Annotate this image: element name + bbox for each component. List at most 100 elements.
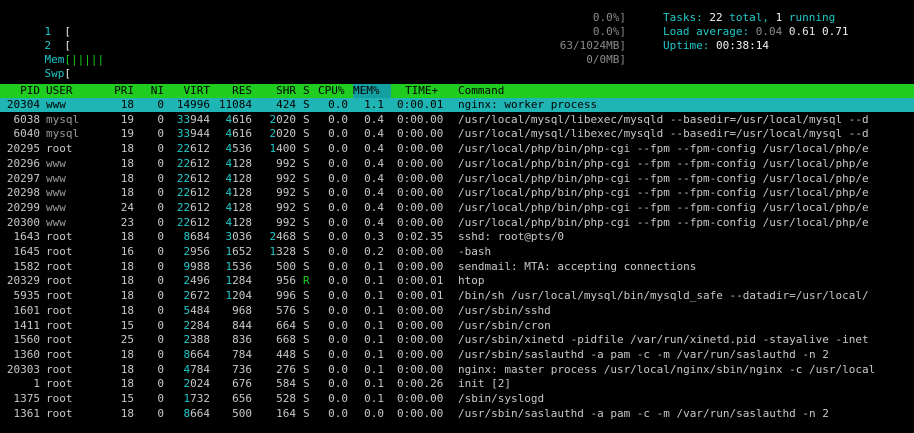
cell-pri: 18 (120, 274, 134, 288)
cell-ni: 0 (157, 259, 164, 273)
cell-mem: 0.4 (364, 171, 384, 185)
cell-virt: 22612 (176, 186, 210, 200)
cell-ni: 0 (157, 406, 164, 420)
process-row[interactable]: 20297 www 18 0 22612 4128 992 S 0.0 0.4 0:00.00/us… (0, 172, 914, 186)
process-row[interactable]: 1645 root 16 0 2956 1652 1328 S 0.0 0.2 0:00.00 -ba… (0, 245, 914, 259)
col-pid[interactable]: PID (14, 84, 40, 98)
process-row[interactable]: 1601 root 18 0 5484 968 576 S 0.0 0.1 0:00.00/usr/… (0, 304, 914, 318)
cell-cpu: 0.0 (328, 127, 348, 141)
uptime: Uptime: 00:38:14 (663, 39, 769, 53)
process-row[interactable]: 1560 root 25 0 2388 836 668 S 0.0 0.1 0:00.00/usr/… (0, 333, 914, 347)
cell-ni: 0 (157, 200, 164, 214)
col-pri[interactable]: PRI (112, 84, 134, 98)
cell-pid: 20297 (6, 171, 40, 185)
process-row[interactable]: 5935 root 18 0 2672 1204 996 S 0.0 0.1 0:00.01/bin… (0, 289, 914, 303)
cell-shr: 668 (276, 333, 296, 347)
col-res[interactable]: RES (230, 84, 252, 98)
process-row[interactable]: 20299 www 24 0 22612 4128 992 S 0.0 0.4 0:00.00/us… (0, 201, 914, 215)
cell-ni: 0 (157, 392, 164, 405)
cell-time: 0:00.00 (397, 406, 444, 420)
cell-time: 0:00.00 (397, 245, 444, 258)
process-row[interactable]: 1361 root 18 0 8664 500 164 S 0.0 0.0 0:00.00/usr/… (0, 407, 914, 421)
cell-shr: 1328 (269, 245, 297, 258)
cell-time: 0:00.00 (397, 215, 444, 229)
process-row[interactable]: 20303 root 18 0 4784 736 276 S 0.0 0.1 0:00.00 ngin… (0, 363, 914, 377)
process-row[interactable]: 20329 root 18 0 2496 1284 956 R 0.0 0.1 0:00.01 hto… (0, 274, 914, 288)
cell-shr: 1400 (269, 142, 297, 156)
cell-pid: 20298 (6, 186, 40, 200)
cell-cmd: sendmail: MTA: accepting connections (458, 259, 697, 273)
cell-cmd: -bash (458, 245, 492, 258)
cell-cmd: /usr/local/php/bin/php-cgi --fpm --fpm-c… (458, 186, 869, 200)
cell-cpu: 0.0 (328, 377, 348, 391)
process-row[interactable]: 1582 root 18 0 9988 1536 500 S 0.0 0.1 0:00.00 send… (0, 260, 914, 274)
cell-ni: 0 (157, 245, 164, 258)
cell-s: S (303, 259, 310, 273)
cell-pid: 20329 (6, 274, 40, 288)
col-time[interactable]: TIME+ (405, 84, 443, 98)
cell-user: root (46, 318, 73, 332)
process-row[interactable]: 20300 www 23 0 22612 4128 992 S 0.0 0.4 0:00.00/us… (0, 216, 914, 230)
cell-ni: 0 (157, 112, 164, 126)
cell-cpu: 0.0 (328, 230, 348, 244)
cell-res: 3036 (225, 230, 253, 244)
process-row[interactable]: 1411 root 15 0 2284 844 664 S 0.0 0.1 0:00.00/usr/… (0, 319, 914, 333)
process-row[interactable]: 20296 www 18 0 22612 4128 992 S 0.0 0.4 0:00.00/us… (0, 157, 914, 171)
cell-res: 4128 (225, 156, 253, 170)
cell-virt: 22612 (176, 156, 210, 170)
col-virt[interactable]: VIRT (176, 84, 211, 98)
cell-s: S (303, 186, 310, 200)
cell-user: www (46, 215, 66, 229)
process-row[interactable]: 6040 mysql 19 0 33944 4616 2020 S 0.0 0.4 0:00.00 /… (0, 127, 914, 141)
cell-s: S (303, 142, 310, 156)
cell-mem: 0.1 (364, 289, 384, 303)
cell-shr: 992 (276, 171, 296, 185)
cell-ni: 0 (157, 333, 164, 347)
cell-cmd: sshd: root@pts/0 (458, 230, 564, 244)
cell-user: root (46, 259, 73, 273)
cell-res: 1536 (225, 259, 253, 273)
cpu2-value: 0.0%] (592, 25, 626, 38)
cell-time: 0:00.00 (397, 186, 444, 200)
cell-mem: 0.1 (364, 303, 384, 317)
cell-pid: 20300 (6, 215, 40, 229)
col-ni[interactable]: NI (148, 84, 164, 98)
cell-mem: 0.0 (364, 406, 384, 420)
col-command[interactable]: Command (458, 84, 504, 98)
cell-virt: 4784 (183, 362, 211, 376)
process-row[interactable]: 1 root 18 0 2024 676 584 S 0.0 0.1 0:00.26 init [2] (0, 377, 914, 391)
cell-pri: 18 (120, 289, 134, 303)
cell-s: S (303, 171, 310, 185)
cell-cpu: 0.0 (328, 347, 348, 361)
mem-value: 63/1024MB] (559, 39, 626, 52)
swp-value: 0/0MB] (586, 53, 626, 66)
process-row[interactable]: 20295 root 18 0 22612 4536 1400 S 0.0 0.4 0:00.00 /… (0, 142, 914, 156)
process-row[interactable]: 1375 root 15 0 1732 656 528 S 0.0 0.1 0:00.00/sbin… (0, 392, 914, 406)
col-shr[interactable]: SHR (274, 84, 296, 98)
cell-cpu: 0.0 (328, 98, 348, 111)
cell-cmd: /usr/local/php/bin/php-cgi --fpm --fpm-c… (458, 156, 869, 170)
process-row-selected[interactable]: 20304 www 18 0 14996 11084 424 S 0.0 1.1 0:00.01 ng… (0, 98, 914, 112)
cell-shr: 584 (276, 377, 296, 391)
process-row[interactable]: 1360 root 18 0 8664 784 448 S 0.0 0.1 0:00.00/usr/… (0, 348, 914, 362)
cell-res: 4128 (225, 200, 253, 214)
cell-pid: 1643 (13, 230, 41, 244)
cell-time: 0:00.00 (397, 362, 444, 376)
col-s[interactable]: S (303, 84, 310, 98)
cell-shr: 2020 (269, 112, 297, 126)
cell-pri: 18 (120, 171, 134, 185)
cell-virt: 1732 (183, 392, 211, 405)
cell-pid: 1560 (13, 333, 41, 347)
cell-mem: 0.4 (364, 112, 384, 126)
col-cpu[interactable]: CPU% (318, 84, 345, 98)
cell-pri: 19 (120, 127, 134, 141)
cell-time: 0:00.00 (397, 200, 444, 214)
process-row[interactable]: 6038 mysql 19 0 33944 4616 2020 S 0.0 0.4 0:00.00 /… (0, 113, 914, 127)
cell-shr: 992 (276, 215, 296, 229)
col-mem-sorted[interactable]: MEM% (353, 84, 391, 98)
cell-res: 1652 (225, 245, 253, 258)
process-row[interactable]: 20298 www 18 0 22612 4128 992 S 0.0 0.4 0:00.00/us… (0, 186, 914, 200)
col-user[interactable]: USER (46, 84, 73, 98)
process-row[interactable]: 1643 root 18 0 8684 3036 2468 S 0.0 0.3 0:02.35 ssh… (0, 230, 914, 244)
cell-user: root (46, 274, 73, 288)
